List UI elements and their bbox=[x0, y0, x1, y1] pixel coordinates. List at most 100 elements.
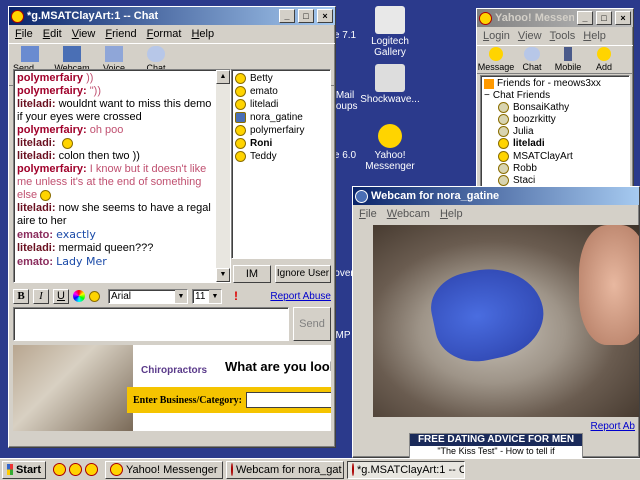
chat-message: polymerfairy )) bbox=[17, 72, 214, 85]
im-button[interactable]: IM bbox=[233, 265, 271, 283]
menu-format[interactable]: Format bbox=[147, 28, 182, 40]
send-button[interactable]: Send bbox=[293, 307, 331, 341]
chat-scrollbar[interactable]: ▲ ▼ bbox=[216, 70, 230, 282]
chat-message-area[interactable]: polymerfairy )) polymerfairy: ")) liteladi… bbox=[13, 69, 231, 283]
message-button[interactable]: Message bbox=[478, 47, 514, 72]
yahoo-quicklaunch-icon[interactable] bbox=[53, 463, 66, 476]
menu-friend[interactable]: Friend bbox=[105, 28, 136, 40]
chat-user[interactable]: emato bbox=[235, 85, 327, 98]
maximize-button[interactable]: □ bbox=[298, 9, 314, 23]
window-title: Webcam for nora_gatine bbox=[371, 190, 500, 202]
add-button[interactable]: Add bbox=[587, 47, 621, 72]
menu-help[interactable]: Help bbox=[583, 30, 606, 42]
group-header[interactable]: − Chat Friends bbox=[484, 90, 626, 102]
minimize-button[interactable]: _ bbox=[279, 9, 295, 23]
menu-view[interactable]: View bbox=[72, 28, 96, 40]
alert-icon[interactable]: ! bbox=[234, 289, 238, 303]
friend-item[interactable]: MSATClayArt bbox=[498, 150, 626, 163]
friend-entries: BonsaiKathy boozrkitty Julia liteladi MSATCl… bbox=[484, 102, 626, 187]
chat-user-name: Roni bbox=[250, 138, 273, 149]
message-text: exactly bbox=[56, 228, 96, 241]
menu-file[interactable]: File bbox=[15, 28, 33, 40]
task-chat[interactable]: *g.MSATClayArt:1 -- C bbox=[347, 460, 465, 479]
chat-message: liteladi: bbox=[17, 137, 214, 150]
menu-edit[interactable]: Edit bbox=[43, 28, 62, 40]
webcam-titlebar[interactable]: Webcam for nora_gatine bbox=[353, 187, 639, 205]
friend-item[interactable]: boozrkitty bbox=[498, 114, 626, 126]
yahoo-quicklaunch-icon[interactable] bbox=[69, 463, 82, 476]
chat-message: emato: Lady Mer bbox=[17, 255, 214, 269]
ad-banner[interactable]: Chiropractors What are you look Enter Bu… bbox=[13, 345, 331, 431]
menu-help[interactable]: Help bbox=[440, 208, 463, 220]
menu-view[interactable]: View bbox=[518, 30, 542, 42]
friends-list[interactable]: Friends for - meows3xx − Chat Friends Bon… bbox=[480, 75, 630, 191]
mobile-icon bbox=[564, 47, 572, 61]
font-value: Arial bbox=[111, 290, 132, 302]
chat-button[interactable]: Chat bbox=[515, 47, 549, 72]
messenger-titlebar[interactable]: Yahoo! Messenger _ □ × bbox=[477, 9, 633, 27]
desktop-icon-label: over bbox=[334, 268, 354, 279]
color-icon[interactable] bbox=[73, 290, 85, 302]
font-select[interactable]: Arial ▼ bbox=[108, 288, 188, 304]
message-input[interactable] bbox=[13, 307, 289, 341]
chat-user[interactable]: Roni bbox=[235, 137, 327, 150]
close-button[interactable]: × bbox=[615, 11, 631, 25]
friend-item[interactable]: BonsaiKathy bbox=[498, 102, 626, 114]
chat-user[interactable]: nora_gatine bbox=[235, 111, 327, 124]
menu-tools[interactable]: Tools bbox=[550, 30, 576, 42]
chat-user[interactable]: polymerfairy bbox=[235, 124, 327, 137]
emoticon-icon bbox=[40, 189, 52, 201]
friend-status-icon bbox=[498, 114, 509, 126]
menu-help[interactable]: Help bbox=[191, 28, 214, 40]
ad-line1: "The Kiss Test" - How to tell if bbox=[437, 446, 555, 456]
italic-button[interactable]: I bbox=[33, 288, 49, 304]
friend-item[interactable]: Julia bbox=[498, 126, 626, 138]
chat-user[interactable]: liteladi bbox=[235, 98, 327, 111]
hand bbox=[579, 225, 639, 345]
task-yahoo-messenger[interactable]: Yahoo! Messenger bbox=[105, 460, 223, 479]
messenger-toolbar: Message Chat Mobile Add bbox=[477, 45, 633, 74]
desktop-icon-yahoo-messenger[interactable]: Yahoo! Messenger bbox=[355, 124, 425, 172]
desktop-icon-shockwave[interactable]: Shockwave... bbox=[355, 64, 425, 105]
task-webcam[interactable]: Webcam for nora_gat bbox=[226, 460, 344, 479]
menu-login[interactable]: Login bbox=[483, 30, 510, 42]
yahoo-icon bbox=[479, 11, 492, 25]
maximize-button[interactable]: □ bbox=[596, 11, 612, 25]
start-button[interactable]: Start bbox=[2, 460, 46, 479]
friend-item[interactable]: liteladi bbox=[498, 138, 626, 150]
minimize-button[interactable]: _ bbox=[577, 11, 593, 25]
size-select[interactable]: 11 ▼ bbox=[192, 288, 222, 304]
ignore-user-button[interactable]: Ignore User bbox=[275, 265, 331, 283]
chat-user[interactable]: Teddy bbox=[235, 150, 327, 163]
scroll-up-arrow[interactable]: ▲ bbox=[216, 70, 230, 84]
desktop-icon-logitech[interactable]: Logitech Gallery bbox=[355, 6, 425, 58]
yahoo-quicklaunch-icon[interactable] bbox=[85, 463, 98, 476]
close-button[interactable]: × bbox=[317, 9, 333, 23]
chat-user-name: liteladi bbox=[250, 99, 279, 110]
friend-item[interactable]: Robb bbox=[498, 162, 626, 175]
yahoo-icon bbox=[11, 9, 24, 23]
report-abuse-link[interactable]: Report Abuse bbox=[270, 291, 331, 302]
mobile-button[interactable]: Mobile bbox=[551, 47, 585, 72]
underline-button[interactable]: U bbox=[53, 288, 69, 304]
menu-file[interactable]: File bbox=[359, 208, 377, 220]
chat-message: polymerfairy: I know but it doesn't like… bbox=[17, 163, 214, 202]
chat-user-list[interactable]: Betty emato liteladi nora_gatine polymerfair… bbox=[231, 69, 331, 259]
chat-label: Chat bbox=[522, 62, 542, 72]
dating-ad-banner[interactable]: FREE DATING ADVICE FOR MEN "The Kiss Tes… bbox=[409, 433, 583, 459]
add-label: Add bbox=[595, 62, 612, 72]
chat-titlebar[interactable]: *g.MSATClayArt:1 -- Chat _ □ × bbox=[9, 7, 335, 25]
scroll-down-arrow[interactable]: ▼ bbox=[216, 268, 230, 282]
webcam-window: Webcam for nora_gatine File Webcam Help … bbox=[352, 186, 640, 459]
chat-user[interactable]: Betty bbox=[235, 72, 327, 85]
report-abuse-link[interactable]: Report Ab bbox=[591, 421, 635, 432]
smiley-icon[interactable] bbox=[89, 290, 100, 302]
chat-user-name: emato bbox=[250, 86, 278, 97]
ad-cta-input[interactable] bbox=[245, 392, 331, 408]
friend-status-icon bbox=[498, 102, 509, 113]
bold-button[interactable]: B bbox=[13, 288, 29, 304]
webcam-user-icon bbox=[235, 111, 246, 123]
menu-webcam[interactable]: Webcam bbox=[387, 208, 430, 220]
friends-header: Friends for - meows3xx bbox=[484, 78, 626, 90]
message-text: mermaid queen??? bbox=[58, 242, 154, 254]
